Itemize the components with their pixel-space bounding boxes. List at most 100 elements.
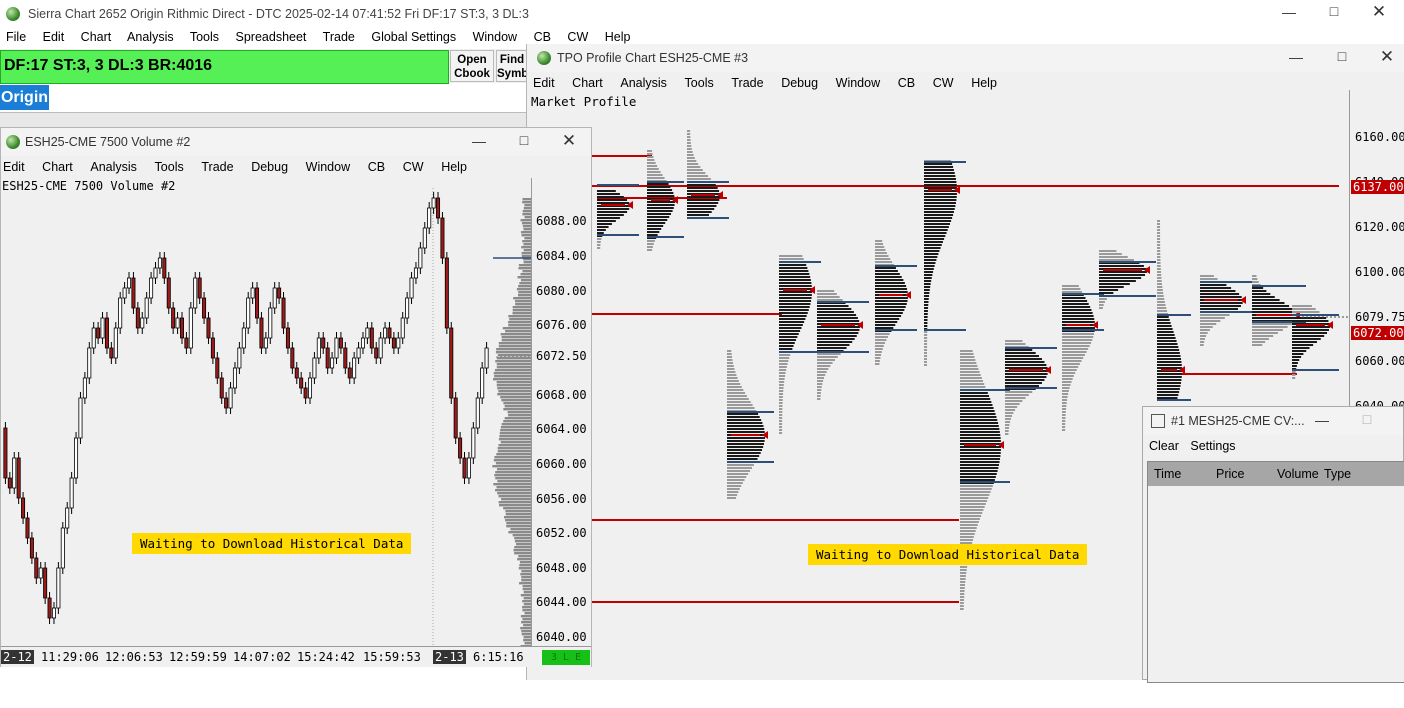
- menu-global-settings[interactable]: Global Settings: [371, 30, 456, 44]
- menu-help[interactable]: Help: [605, 30, 631, 44]
- candle-body: [374, 347, 379, 359]
- open-cbook-button[interactable]: Open Cbook: [450, 50, 494, 82]
- volume-profile-bar: [523, 597, 531, 600]
- tpo-menu-tools[interactable]: Tools: [685, 76, 714, 90]
- volume-profile-bar: [492, 465, 531, 468]
- tpo-letter-row: [1252, 329, 1283, 331]
- vol-menu-trade[interactable]: Trade: [201, 160, 233, 174]
- tpo-letter-row: [960, 416, 997, 418]
- vol-menu-analysis[interactable]: Analysis: [90, 160, 137, 174]
- tpo-menu-trade[interactable]: Trade: [731, 76, 763, 90]
- vol-menu-help[interactable]: Help: [441, 160, 467, 174]
- tpo-letter-row: [1062, 312, 1093, 314]
- tpo-letter-row: [924, 325, 928, 327]
- vol-y-tick: 6040.00: [536, 630, 587, 644]
- tpo-letter-row: [727, 425, 764, 427]
- vol-menu-chart[interactable]: Chart: [42, 160, 73, 174]
- vol-menu-window[interactable]: Window: [306, 160, 350, 174]
- tas-maximize-icon[interactable]: □: [1352, 411, 1382, 427]
- volume-maximize-icon[interactable]: □: [509, 132, 539, 148]
- tas-col-price[interactable]: Price: [1216, 462, 1244, 486]
- tpo-letter-row: [1157, 277, 1162, 279]
- menu-cw[interactable]: CW: [567, 30, 588, 44]
- tpo-window-title: TPO Profile Chart ESH25-CME #3: [557, 51, 749, 65]
- menu-window[interactable]: Window: [473, 30, 517, 44]
- volume-profile-bar: [508, 414, 531, 417]
- tas-clear-button[interactable]: Clear: [1149, 439, 1179, 453]
- tpo-letter-row: [960, 356, 975, 358]
- volume-candle-chart[interactable]: [1, 178, 531, 646]
- vol-menu-cw[interactable]: CW: [403, 160, 424, 174]
- tpo-letter-row: [779, 423, 783, 425]
- tpo-menu-cb[interactable]: CB: [898, 76, 915, 90]
- tpo-letter-row: [1005, 406, 1018, 408]
- tpo-letter-row: [1005, 364, 1047, 366]
- volume-minimize-icon[interactable]: —: [464, 133, 494, 149]
- tpo-menu-window[interactable]: Window: [836, 76, 880, 90]
- tpo-letter-row: [1099, 256, 1128, 258]
- tpo-letter-row: [960, 377, 982, 379]
- tpo-letter-row: [960, 350, 973, 352]
- tpo-letter-row: [960, 425, 999, 427]
- menu-chart[interactable]: Chart: [81, 30, 112, 44]
- menu-trade[interactable]: Trade: [323, 30, 355, 44]
- tas-col-time[interactable]: Time: [1154, 462, 1181, 486]
- tpo-letter-row: [817, 290, 835, 292]
- tpo-letter-row: [1157, 286, 1163, 288]
- tpo-letter-row: [1157, 394, 1179, 396]
- close-icon[interactable]: ✕: [1364, 2, 1394, 22]
- tpo-letter-row: [727, 455, 760, 457]
- candle-body: [405, 297, 410, 319]
- vol-menu-debug[interactable]: Debug: [251, 160, 288, 174]
- tpo-letter-row: [817, 341, 853, 343]
- tpo-letter-row: [875, 333, 890, 335]
- tpo-close-icon[interactable]: ✕: [1372, 47, 1402, 67]
- menu-spreadsheet[interactable]: Spreadsheet: [236, 30, 307, 44]
- volume-profile-bar: [518, 294, 531, 297]
- candle-body: [122, 287, 127, 299]
- tpo-letter-row: [727, 359, 733, 361]
- tpo-letter-row: [817, 380, 824, 382]
- open-cbook-line1: Open: [457, 54, 487, 66]
- tpo-letter-row: [1200, 314, 1230, 316]
- tpo-letter-row: [960, 479, 995, 481]
- tas-minimize-icon[interactable]: —: [1307, 412, 1337, 428]
- volume-profile-bar: [497, 387, 531, 390]
- tas-header-row: Time Price Volume Type: [1148, 462, 1404, 486]
- maximize-icon[interactable]: □: [1319, 3, 1349, 19]
- tas-settings-button[interactable]: Settings: [1190, 439, 1235, 453]
- vol-menu-tools[interactable]: Tools: [155, 160, 184, 174]
- tpo-menu-cw[interactable]: CW: [933, 76, 954, 90]
- tpo-menu-chart[interactable]: Chart: [572, 76, 603, 90]
- tpo-letter-row: [779, 273, 810, 275]
- tpo-maximize-icon[interactable]: □: [1327, 48, 1357, 64]
- menu-analysis[interactable]: Analysis: [127, 30, 174, 44]
- tpo-menu-help[interactable]: Help: [971, 76, 997, 90]
- volume-profile-bar: [508, 315, 531, 318]
- menu-edit[interactable]: Edit: [43, 30, 65, 44]
- tpo-menu-debug[interactable]: Debug: [781, 76, 818, 90]
- origin-tab[interactable]: Origin: [0, 85, 49, 110]
- tpo-menu-edit[interactable]: Edit: [533, 76, 555, 90]
- tpo-minimize-icon[interactable]: —: [1281, 49, 1311, 65]
- candle-body: [268, 307, 273, 339]
- volume-close-icon[interactable]: ✕: [554, 131, 584, 151]
- minimize-icon[interactable]: —: [1274, 4, 1304, 20]
- tpo-letter-row: [1005, 379, 1045, 381]
- candle-body: [422, 227, 427, 249]
- menu-cb[interactable]: CB: [534, 30, 551, 44]
- tpo-letter-row: [1062, 405, 1067, 407]
- menu-tools[interactable]: Tools: [190, 30, 219, 44]
- tpo-menu-analysis[interactable]: Analysis: [620, 76, 667, 90]
- tpo-letter-row: [779, 378, 785, 380]
- vol-menu-edit[interactable]: Edit: [3, 160, 25, 174]
- tpo-letter-row: [875, 318, 900, 320]
- tpo-letter-row: [687, 148, 692, 150]
- tas-col-volume[interactable]: Volume: [1277, 462, 1319, 486]
- vol-menu-cb[interactable]: CB: [368, 160, 385, 174]
- find-symbol-button[interactable]: Find Symb: [496, 50, 528, 82]
- tpo-letter-row: [779, 279, 811, 281]
- tas-col-type[interactable]: Type: [1324, 462, 1351, 486]
- menu-file[interactable]: File: [6, 30, 26, 44]
- tpo-letter-row: [1157, 388, 1180, 390]
